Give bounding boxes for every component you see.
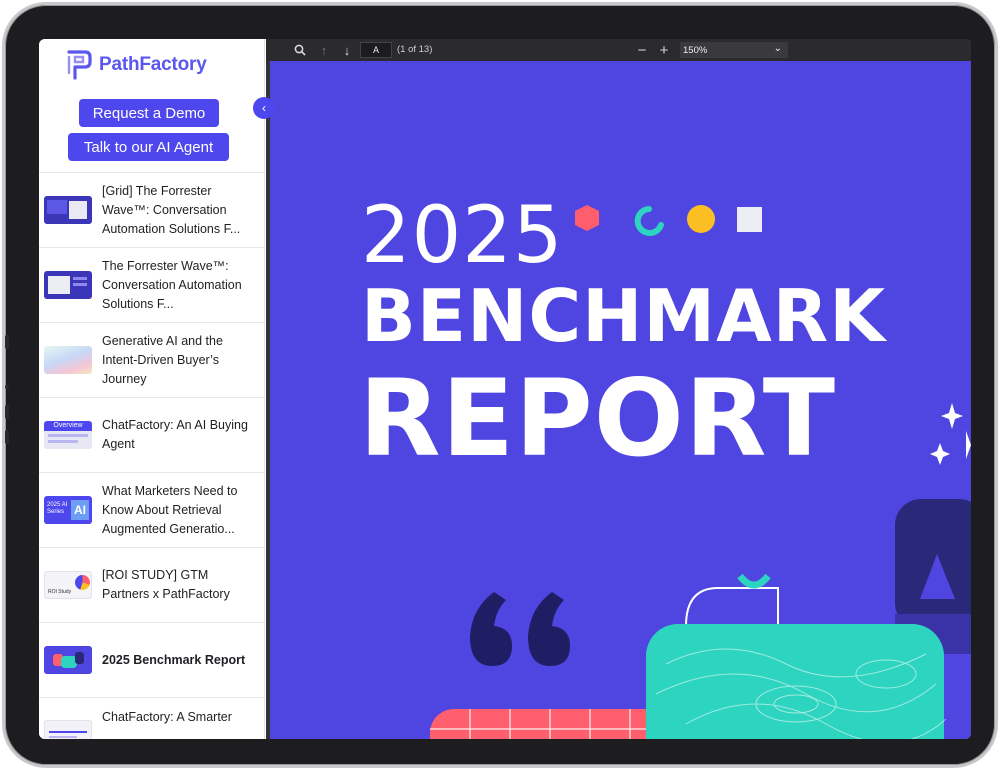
list-item[interactable]: Overview ChatFactory: An AI Buying Agent — [39, 397, 264, 472]
pathfactory-logo-icon — [67, 50, 92, 80]
list-item[interactable]: The Forrester Wave™: Conversation Automa… — [39, 247, 264, 322]
zoom-value: 150% — [683, 44, 708, 56]
request-demo-button[interactable]: Request a Demo — [79, 99, 219, 127]
page-number-input[interactable]: A — [360, 42, 392, 58]
next-page-icon[interactable]: ↓ — [339, 42, 355, 58]
pdf-viewer: ↑ ↓ A (1 of 13) − + 150% ⌄ 2025 BENCHMAR… — [266, 39, 971, 739]
decorative-grid-block — [430, 709, 670, 739]
item-title: [ROI STUDY] GTM Partners x PathFactory — [102, 568, 230, 601]
cover-year: 2025 — [361, 191, 564, 281]
document-page: 2025 BENCHMARK REPORT — [270, 61, 971, 739]
thumb-label: Overview — [44, 421, 92, 431]
item-title: 2025 Benchmark Report — [102, 652, 246, 667]
tablet-camera-dot — [5, 335, 9, 349]
zoom-in-icon[interactable]: + — [656, 42, 672, 59]
content-list: [Grid] The Forrester Wave™: Conversation… — [39, 172, 264, 739]
list-item[interactable]: 2025 AI Series AI What Marketers Need to… — [39, 472, 264, 547]
item-thumbnail — [44, 720, 92, 739]
list-item[interactable]: [Grid] The Forrester Wave™: Conversation… — [39, 172, 264, 247]
item-title: Generative AI and the Intent-Driven Buye… — [102, 333, 223, 386]
item-title: [Grid] The Forrester Wave™: Conversation… — [102, 183, 241, 236]
previous-page-icon[interactable]: ↑ — [316, 42, 332, 58]
zoom-select[interactable]: 150% ⌄ — [680, 42, 788, 58]
zoom-out-icon[interactable]: − — [634, 42, 650, 59]
collapse-sidebar-button[interactable]: ‹ — [253, 97, 275, 119]
item-title: What Marketers Need to Know About Retrie… — [102, 483, 238, 536]
tablet-sensor — [5, 385, 9, 389]
item-thumbnail — [44, 646, 92, 674]
item-thumbnail: Overview — [44, 421, 92, 449]
tablet-button — [5, 430, 9, 444]
item-thumbnail: ROI Study — [44, 571, 92, 599]
decorative-topography — [646, 624, 946, 739]
search-icon[interactable] — [292, 42, 308, 58]
tablet-frame: PathFactory Request a Demo Talk to our A… — [2, 2, 998, 768]
tablet-button — [5, 405, 9, 419]
item-thumbnail — [44, 196, 92, 224]
chevron-down-icon: ⌄ — [773, 43, 782, 54]
item-title: The Forrester Wave™: Conversation Automa… — [102, 258, 242, 311]
sidebar: PathFactory Request a Demo Talk to our A… — [39, 39, 265, 739]
cover-title-line-1: BENCHMARK — [361, 274, 887, 358]
talk-to-agent-button[interactable]: Talk to our AI Agent — [68, 133, 229, 161]
screen: PathFactory Request a Demo Talk to our A… — [39, 39, 971, 739]
list-item[interactable]: ROI Study [ROI STUDY] GTM Partners x Pat… — [39, 547, 264, 622]
thumb-label: 2025 AI Series — [47, 502, 68, 515]
decorative-shapes — [575, 205, 762, 236]
list-item[interactable]: Generative AI and the Intent-Driven Buye… — [39, 322, 264, 397]
quote-mark-icon — [470, 592, 570, 666]
cover-title-line-2: REPORT — [359, 357, 836, 480]
item-thumbnail — [44, 346, 92, 374]
brand-logo[interactable]: PathFactory — [65, 47, 207, 83]
page-count: (1 of 13) — [397, 44, 433, 55]
item-title: ChatFactory: A Smarter — [102, 710, 232, 724]
thumb-label: ROI Study — [48, 589, 72, 595]
item-thumbnail: 2025 AI Series AI — [44, 496, 92, 524]
viewer-toolbar: ↑ ↓ A (1 of 13) − + 150% ⌄ — [266, 39, 971, 61]
item-thumbnail — [44, 271, 92, 299]
chevron-left-icon: ‹ — [262, 101, 266, 115]
list-item-active[interactable]: 2025 Benchmark Report — [39, 622, 264, 697]
list-item[interactable]: ChatFactory: A Smarter — [39, 697, 264, 739]
item-title: ChatFactory: An AI Buying Agent — [102, 418, 248, 451]
sparkle-icon — [930, 403, 971, 465]
brand-name: PathFactory — [99, 54, 207, 75]
